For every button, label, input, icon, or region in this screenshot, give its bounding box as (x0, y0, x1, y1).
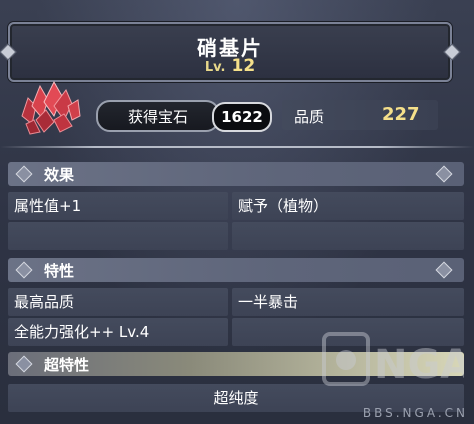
site-watermark: BBS.NGA.CN (362, 406, 468, 420)
obtain-gem-label: 获得宝石 (96, 100, 220, 132)
effect-cell (8, 222, 228, 250)
diamond-icon (15, 355, 33, 373)
obtain-gem-count: 1622 (212, 102, 272, 132)
diamond-icon (435, 261, 453, 279)
effect-cell (232, 222, 464, 250)
diamond-icon (435, 165, 453, 183)
section-title: 特性 (44, 262, 75, 280)
section-title: 效果 (44, 166, 75, 184)
trait-cell: 一半暴击 (232, 288, 464, 316)
nga-watermark-logo: NGA (322, 332, 464, 388)
trait-cell: 全能力强化++ Lv.4 (8, 318, 228, 346)
divider (0, 146, 474, 148)
section-effects: 效果 (8, 162, 464, 186)
quality-value: 227 (382, 104, 420, 125)
diamond-icon (15, 261, 33, 279)
effect-cell: 赋予（植物） (232, 192, 464, 220)
level-value: 12 (231, 56, 256, 76)
item-header: 硝基片 Lv. 12 (8, 22, 452, 82)
quality-label: 品质 (294, 108, 325, 126)
effect-cell: 属性值+1 (8, 192, 228, 220)
section-traits: 特性 (8, 258, 464, 282)
section-title: 超特性 (44, 356, 90, 374)
diamond-icon (15, 165, 33, 183)
item-detail-panel: 硝基片 Lv. 12 获得宝石 1622 品质 227 效果 属性值+1 赋予（植… (0, 0, 474, 424)
gem-crystal-icon (21, 80, 81, 135)
level-prefix: Lv. (204, 60, 226, 75)
trait-cell: 最高品质 (8, 288, 228, 316)
svg-text:NGA: NGA (374, 342, 464, 388)
item-level: Lv. 12 (10, 56, 450, 76)
